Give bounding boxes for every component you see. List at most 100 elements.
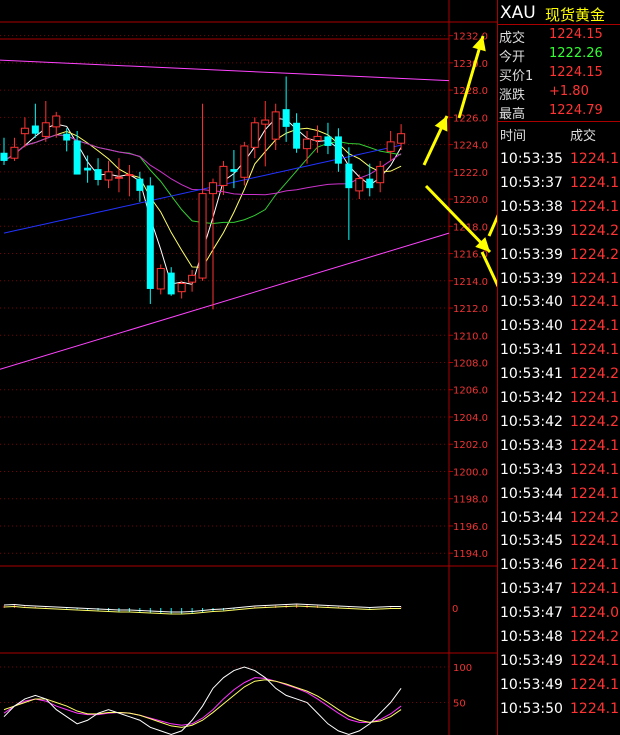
tick-row[interactable]: 10:53:40 1224.1 bbox=[498, 316, 620, 340]
tick-table-header: 时间 成交 bbox=[498, 124, 620, 146]
tick-time: 10:53:39 bbox=[500, 270, 563, 287]
tick-price: 1224.1 bbox=[570, 318, 619, 335]
candle-body bbox=[104, 171, 113, 181]
candle-body bbox=[230, 169, 238, 172]
quote-value: +1.80 bbox=[549, 84, 589, 99]
candle-body bbox=[334, 136, 342, 164]
arrow-down-2 bbox=[480, 251, 497, 288]
tick-row[interactable]: 10:53:43 1224.1 bbox=[498, 460, 620, 484]
price-tick-label: 1206.0 bbox=[453, 386, 488, 397]
tick-row[interactable]: 10:53:41 1224.2 bbox=[498, 364, 620, 388]
tick-row[interactable]: 10:53:47 1224.0 bbox=[498, 603, 620, 627]
tick-row[interactable]: 10:53:39 1224.1 bbox=[498, 269, 620, 293]
candle-body bbox=[261, 119, 270, 125]
price-tick-label: 1214.0 bbox=[453, 277, 488, 288]
quote-value: 1224.79 bbox=[549, 103, 603, 118]
quote-panel: XAU 现货黄金 成交 1224.15 今开 1222.26 买价1 1224.15 涨跌 +… bbox=[497, 0, 620, 735]
price-tick-label: 1224.0 bbox=[453, 141, 488, 152]
tick-row[interactable]: 10:53:39 1224.2 bbox=[498, 221, 620, 245]
tick-row[interactable]: 10:53:49 1224.1 bbox=[498, 675, 620, 699]
instrument-name: 现货黄金 bbox=[545, 6, 606, 24]
candle-body bbox=[0, 152, 8, 161]
tick-row[interactable]: 10:53:42 1224.1 bbox=[498, 388, 620, 412]
tick-time: 10:53:39 bbox=[500, 246, 563, 263]
quote-row: 涨跌 +1.80 bbox=[498, 83, 620, 103]
tick-time: 10:53:49 bbox=[500, 652, 563, 669]
candle-body bbox=[282, 109, 290, 127]
column-time-header: 时间 bbox=[500, 129, 527, 144]
quote-label: 买价1 bbox=[499, 69, 534, 84]
tick-price: 1224.0 bbox=[570, 605, 619, 622]
tick-row[interactable]: 10:53:49 1224.1 bbox=[498, 651, 620, 675]
quote-value: 1222.26 bbox=[549, 46, 603, 61]
candle-body bbox=[73, 140, 81, 175]
kdj-j-line bbox=[3, 677, 402, 726]
tick-time: 10:53:41 bbox=[500, 342, 563, 359]
tick-row[interactable]: 10:53:43 1224.1 bbox=[498, 436, 620, 460]
tick-row[interactable]: 10:53:47 1224.1 bbox=[498, 579, 620, 603]
candle-body bbox=[94, 169, 102, 180]
candle-body bbox=[397, 133, 406, 144]
kdj-tick-label: 50 bbox=[453, 699, 466, 710]
candle-body bbox=[177, 283, 186, 293]
price-tick-label: 1228.0 bbox=[453, 86, 488, 97]
quote-label: 涨跌 bbox=[499, 88, 526, 103]
tick-price: 1224.1 bbox=[570, 270, 619, 287]
column-price-header: 成交 bbox=[570, 129, 597, 144]
candle-body bbox=[136, 178, 144, 191]
tick-time: 10:53:47 bbox=[500, 605, 563, 622]
price-tick-label: 1230.0 bbox=[453, 59, 488, 70]
candle-body bbox=[10, 146, 19, 159]
tick-price: 1224.2 bbox=[570, 629, 619, 645]
tick-row[interactable]: 10:53:41 1224.1 bbox=[498, 340, 620, 364]
candle-body bbox=[271, 111, 280, 140]
price-tick-label: 1198.0 bbox=[453, 495, 488, 506]
tick-row[interactable]: 10:53:40 1224.1 bbox=[498, 292, 620, 316]
tick-price: 1224.1 bbox=[570, 652, 619, 669]
arrow-up-1 bbox=[422, 115, 449, 166]
tick-row[interactable]: 10:53:37 1224.1 bbox=[498, 173, 620, 197]
tick-price: 1224.2 bbox=[570, 413, 619, 430]
tick-time: 10:53:43 bbox=[500, 461, 563, 478]
tick-time: 10:53:49 bbox=[500, 676, 563, 693]
tick-time: 10:53:40 bbox=[500, 318, 563, 335]
tick-price: 1224.2 bbox=[570, 246, 619, 263]
tick-row[interactable]: 10:53:46 1224.1 bbox=[498, 555, 620, 579]
quote-value: 1224.15 bbox=[549, 27, 603, 42]
price-tick-label: 1220.0 bbox=[453, 195, 488, 206]
candle-body bbox=[376, 165, 385, 184]
tick-row[interactable]: 10:53:50 1224.1 bbox=[498, 699, 620, 723]
quote-label: 成交 bbox=[499, 31, 526, 46]
tick-row[interactable]: 10:53:45 1224.1 bbox=[498, 531, 620, 555]
tick-price: 1224.1 bbox=[570, 294, 619, 311]
quote-label: 最高 bbox=[499, 107, 526, 122]
tick-time: 10:53:39 bbox=[500, 222, 563, 239]
tick-price: 1224.1 bbox=[570, 174, 619, 191]
kdj-k-line bbox=[3, 666, 402, 735]
tick-row[interactable]: 10:53:38 1224.1 bbox=[498, 197, 620, 221]
tick-price: 1224.2 bbox=[570, 366, 619, 383]
tick-row[interactable]: 10:53:39 1224.2 bbox=[498, 245, 620, 269]
tick-time: 10:53:45 bbox=[500, 533, 563, 550]
tick-price: 1224.1 bbox=[570, 198, 619, 215]
tick-time: 10:53:35 bbox=[500, 151, 563, 167]
chart-area[interactable]: 1232.01230.01228.01226.01224.01222.01220… bbox=[0, 0, 497, 735]
tick-row[interactable]: 10:53:44 1224.2 bbox=[498, 508, 620, 532]
tick-time: 10:53:42 bbox=[500, 390, 563, 406]
candle-body bbox=[293, 122, 301, 149]
tick-price: 1224.1 bbox=[570, 151, 619, 167]
tick-price: 1224.1 bbox=[570, 676, 619, 693]
quote-row: 成交 1224.15 bbox=[498, 26, 620, 46]
tick-price: 1224.1 bbox=[570, 533, 619, 550]
candle-body bbox=[355, 178, 364, 192]
tick-row[interactable]: 10:53:44 1224.1 bbox=[498, 484, 620, 508]
tick-row[interactable]: 10:53:48 1224.2 bbox=[498, 627, 620, 651]
tick-time: 10:53:40 bbox=[500, 294, 563, 311]
tick-price: 1224.1 bbox=[570, 461, 619, 478]
candle-body bbox=[209, 182, 217, 195]
tick-time: 10:53:46 bbox=[500, 557, 563, 574]
kdj-tick-label: 100 bbox=[453, 663, 472, 674]
tick-row[interactable]: 10:53:35 1224.1 bbox=[498, 149, 620, 173]
quote-value: 1224.15 bbox=[549, 65, 603, 80]
tick-row[interactable]: 10:53:42 1224.2 bbox=[498, 412, 620, 436]
